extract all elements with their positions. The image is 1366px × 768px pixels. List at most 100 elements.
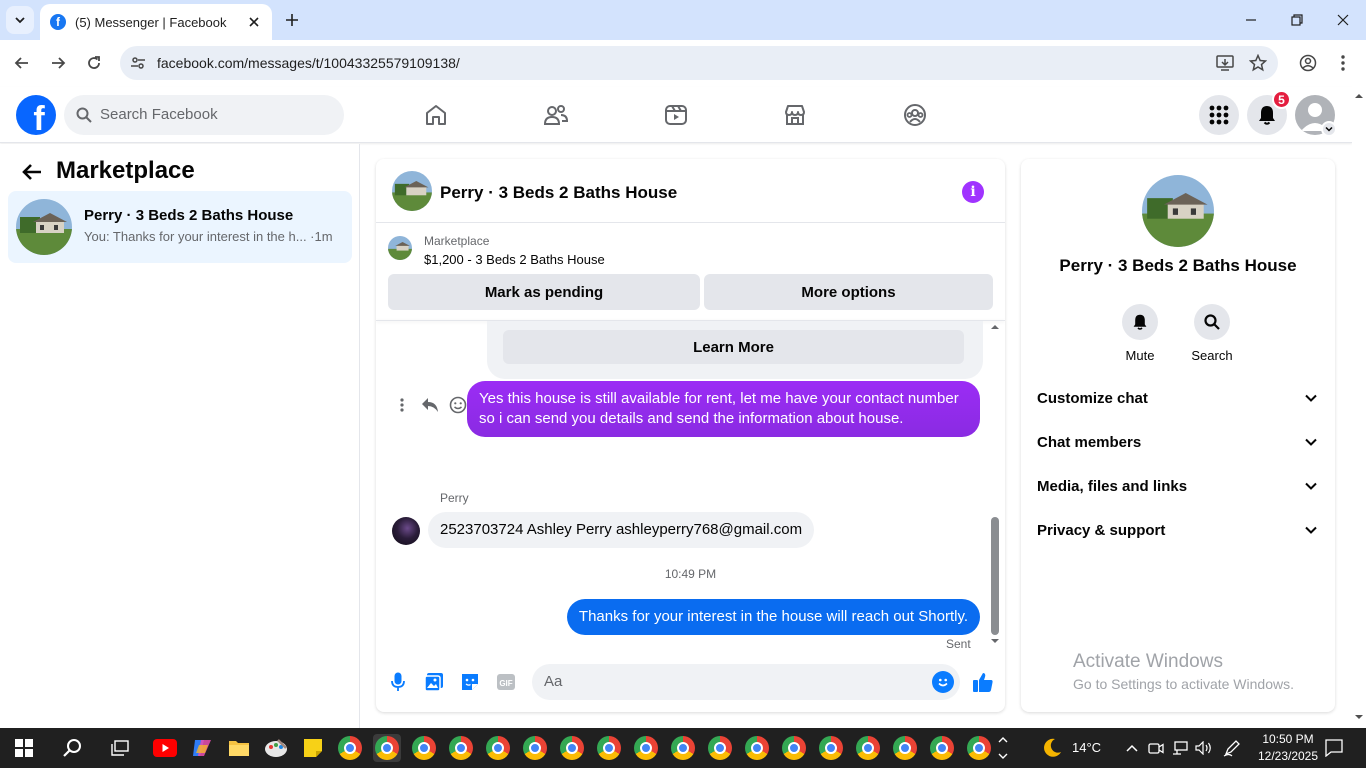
page-scrollbar[interactable] (1352, 87, 1366, 728)
address-bar[interactable]: facebook.com/messages/t/1004332557910913… (120, 46, 1278, 80)
tab-close-icon[interactable] (246, 14, 262, 30)
chrome-icon[interactable] (669, 734, 697, 762)
chrome-icon[interactable] (447, 734, 475, 762)
chrome-icon[interactable] (336, 734, 364, 762)
friends-icon (543, 105, 569, 125)
restore-button[interactable] (1285, 8, 1309, 32)
site-settings-icon[interactable] (128, 53, 148, 73)
volume-icon[interactable] (1194, 734, 1214, 762)
chrome-icon[interactable] (780, 734, 808, 762)
facebook-logo[interactable]: f (16, 95, 56, 135)
mark-as-pending-button[interactable]: Mark as pending (388, 274, 700, 310)
chat-header-name[interactable]: Perry · 3 Beds 2 Baths House (440, 183, 677, 203)
file-explorer-icon[interactable] (225, 734, 253, 762)
message-input[interactable]: Aa (532, 664, 960, 700)
conversation-preview: You: Thanks for your interest in the h..… (84, 229, 333, 244)
taskbar-overflow-chevron-icon[interactable] (996, 734, 1010, 762)
chrome-icon[interactable] (854, 734, 882, 762)
install-app-icon[interactable] (1215, 53, 1235, 73)
reply-icon[interactable] (418, 393, 442, 417)
chat-header-thumbnail[interactable] (392, 171, 432, 211)
message-incoming-1[interactable]: 2523703724 Ashley Perry ashleyperry768@g… (428, 512, 815, 548)
message-outgoing-1[interactable]: Yes this house is still available for re… (467, 381, 980, 437)
privacy-support-section[interactable]: Privacy & support (1021, 510, 1335, 554)
emoji-icon[interactable] (932, 671, 954, 693)
conversation-item[interactable]: Perry · 3 Beds 2 Baths House You: Thanks… (8, 191, 352, 263)
message-scrollbar-thumb[interactable] (991, 517, 999, 635)
microphone-icon[interactable] (386, 670, 410, 694)
task-view-icon[interactable] (106, 734, 134, 762)
chrome-icon[interactable] (706, 734, 734, 762)
listing-thumbnail[interactable] (388, 236, 412, 260)
show-hidden-icons-icon[interactable] (1122, 734, 1142, 762)
reload-button[interactable] (82, 51, 106, 75)
info-icon[interactable]: i (962, 181, 984, 203)
meet-camera-icon[interactable] (1146, 734, 1166, 762)
avatar[interactable] (392, 517, 420, 545)
chrome-icon[interactable] (928, 734, 956, 762)
nav-video[interactable] (662, 101, 690, 129)
minimize-button[interactable] (1239, 8, 1263, 32)
close-window-button[interactable] (1331, 8, 1355, 32)
account-caret[interactable] (1321, 121, 1337, 137)
chrome-icon[interactable] (891, 734, 919, 762)
nav-friends[interactable] (542, 101, 570, 129)
attach-photo-icon[interactable] (422, 670, 446, 694)
browser-toolbar: facebook.com/messages/t/1004332557910913… (0, 40, 1366, 86)
nav-home[interactable] (422, 101, 450, 129)
forward-button[interactable] (46, 51, 70, 75)
chrome-icon[interactable] (595, 734, 623, 762)
more-options-button[interactable]: More options (704, 274, 993, 310)
chrome-icon[interactable] (743, 734, 771, 762)
learn-more-button[interactable]: Learn More (503, 330, 964, 364)
more-icon[interactable] (390, 393, 414, 417)
chrome-icon[interactable] (521, 734, 549, 762)
sticky-notes-icon[interactable] (299, 734, 327, 762)
paint-icon[interactable] (262, 734, 290, 762)
chrome-icon[interactable] (484, 734, 512, 762)
chrome-icon[interactable] (558, 734, 586, 762)
menu-button[interactable] (1199, 95, 1239, 135)
message-actions (386, 393, 467, 417)
browser-menu-button[interactable] (1331, 51, 1355, 75)
chrome-icon[interactable] (817, 734, 845, 762)
weather-moon-icon[interactable] (1038, 734, 1066, 762)
windows-start-icon[interactable] (10, 734, 38, 762)
listing-title[interactable]: $1,200 - 3 Beds 2 Baths House (424, 252, 605, 267)
notification-center-icon[interactable] (1320, 734, 1348, 762)
customize-chat-section[interactable]: Customize chat (1021, 378, 1335, 422)
network-icon[interactable] (1170, 734, 1190, 762)
gif-icon[interactable]: GIF (494, 670, 518, 694)
weather-temp[interactable]: 14°C (1072, 740, 1101, 755)
chrome-icon[interactable] (632, 734, 660, 762)
new-tab-button[interactable] (282, 10, 302, 30)
message-input-placeholder: Aa (544, 673, 563, 690)
clock-date[interactable]: 12/23/2025 (1254, 749, 1322, 763)
nav-groups[interactable] (901, 101, 929, 129)
sticker-icon[interactable] (458, 670, 482, 694)
listing-photo[interactable] (1142, 175, 1214, 247)
search-conversation-button[interactable]: Search (1182, 304, 1242, 363)
facebook-search-input[interactable]: Search Facebook (64, 95, 344, 135)
chat-members-section[interactable]: Chat members (1021, 422, 1335, 466)
thumbs-up-icon[interactable] (971, 670, 995, 694)
clock-time[interactable]: 10:50 PM (1258, 732, 1318, 746)
taskbar-search-icon[interactable] (58, 734, 86, 762)
mute-button[interactable]: Mute (1110, 304, 1170, 363)
back-arrow-button[interactable] (18, 158, 46, 186)
profile-button[interactable] (1296, 51, 1320, 75)
search-label: Search (1191, 348, 1233, 363)
youtube-icon[interactable] (151, 734, 179, 762)
copilot-icon[interactable] (188, 734, 216, 762)
media-files-links-section[interactable]: Media, files and links (1021, 466, 1335, 510)
nav-marketplace[interactable] (781, 101, 809, 129)
chrome-icon[interactable] (373, 734, 401, 762)
chrome-icon[interactable] (410, 734, 438, 762)
back-button[interactable] (10, 51, 34, 75)
tab-search-button[interactable] (6, 6, 34, 34)
pen-menu-icon[interactable] (1221, 734, 1243, 762)
browser-tab-active[interactable]: f (5) Messenger | Facebook (40, 4, 272, 40)
bookmark-star-icon[interactable] (1248, 53, 1268, 73)
message-outgoing-2[interactable]: Thanks for your interest in the house wi… (566, 599, 980, 635)
chrome-icon[interactable] (965, 734, 993, 762)
